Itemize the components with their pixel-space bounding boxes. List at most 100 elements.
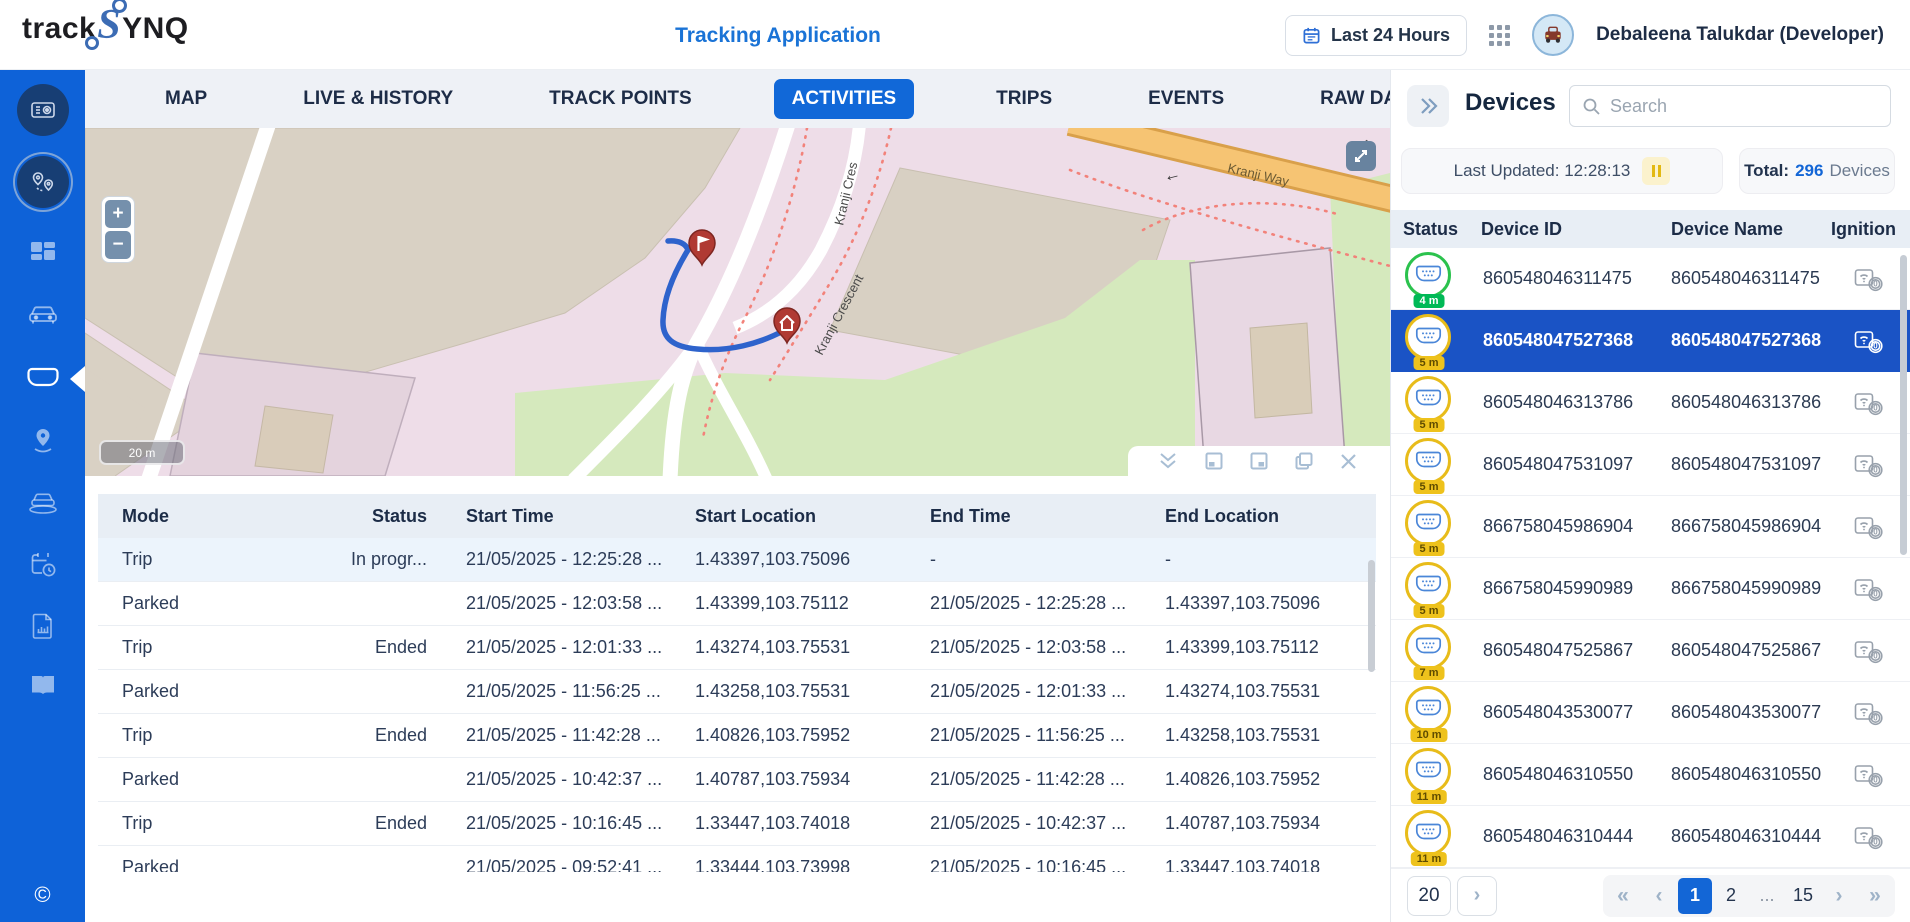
activity-row[interactable]: Trip Ended 21/05/2025 - 12:01:33 ... 1.4… [98,626,1376,670]
report-icon [30,611,56,641]
tab[interactable]: EVENTS [1134,79,1238,119]
status-time-badge: 5 m [1414,480,1445,494]
search-input[interactable] [1610,96,1850,117]
device-id: 866758045990989 [1471,578,1661,599]
devices-panel: Devices Last Updated: 12:28:13 Total: 29… [1390,70,1910,922]
zoom-out-button[interactable]: − [105,231,131,259]
activity-row[interactable]: Trip Ended 21/05/2025 - 10:16:45 ... 1.3… [98,802,1376,846]
sidebar-item-dashboard[interactable] [0,238,85,268]
svg-text:0: 0 [1873,714,1878,723]
device-id: 860548046310550 [1471,764,1661,785]
pause-refresh-icon[interactable] [1642,157,1670,185]
next-page-button[interactable]: › [1822,878,1856,914]
tab[interactable]: MAP [151,79,221,119]
device-status: 5 m [1405,500,1453,554]
device-status: 4 m [1405,252,1453,306]
time-range-button[interactable]: Last 24 Hours [1285,15,1467,56]
tracking-application-window: trackSYNQ Tracking Application Last 24 H… [0,0,1910,922]
devices-scrollbar[interactable] [1900,255,1907,555]
sidebar-item-vehicles[interactable] [0,301,85,329]
ignition-status-icon: 0 [1825,575,1910,602]
device-connector-icon [1405,748,1451,794]
page-number[interactable]: ... [1750,878,1784,914]
device-status: 5 m [1405,438,1453,492]
sidebar-item-device-dashboard[interactable] [0,84,85,136]
status-time-badge: 4 m [1414,294,1445,308]
device-row[interactable]: 4 m 860548046311475 860548046311475 0 [1391,248,1910,310]
sidebar-item-schedule[interactable] [0,550,85,580]
device-row[interactable]: 5 m 860548047531097 860548047531097 0 [1391,434,1910,496]
close-icon[interactable] [1339,452,1358,471]
sidebar-item-trips[interactable] [0,156,85,208]
device-connector-icon [1405,624,1451,670]
device-row[interactable]: 5 m 866758045986904 866758045986904 0 [1391,496,1910,558]
copy-panel-icon[interactable] [1294,451,1314,471]
user-name[interactable]: Debaleena Talukdar (Developer) [1596,24,1884,46]
left-sidebar: © [0,70,85,922]
device-id: 860548047531097 [1471,454,1661,475]
activity-row[interactable]: Trip In progr... 21/05/2025 - 12:25:28 .… [98,538,1376,582]
sidebar-item-locations[interactable] [0,426,85,456]
device-row[interactable]: 7 m 860548047525867 860548047525867 0 [1391,620,1910,682]
activity-row[interactable]: Parked 21/05/2025 - 11:56:25 ... 1.43258… [98,670,1376,714]
tab[interactable]: LIVE & HISTORY [289,79,467,119]
device-status: 5 m [1405,562,1453,616]
device-row[interactable]: 5 m 866758045990989 866758045990989 0 [1391,558,1910,620]
driver-vehicle-icon [26,488,60,516]
page-number[interactable]: 2 [1714,878,1748,914]
page-number[interactable]: 1 [1678,878,1712,914]
copyright-icon[interactable]: © [0,882,85,908]
activity-row[interactable]: Trip Ended 21/05/2025 - 11:42:28 ... 1.4… [98,714,1376,758]
tab[interactable]: TRIPS [982,79,1066,119]
col-status: Status [308,506,438,527]
dock-bottom-right-icon[interactable] [1249,451,1269,471]
device-name: 860548046313786 [1661,392,1825,413]
sidebar-item-reports[interactable] [0,611,85,641]
tab[interactable]: ACTIVITIES [774,79,915,119]
svg-text:0: 0 [1873,590,1878,599]
avatar[interactable] [1532,14,1574,56]
apps-grid-icon[interactable] [1489,25,1510,46]
device-name: 860548046310550 [1661,764,1825,785]
tab[interactable]: TRACK POINTS [535,79,706,119]
prev-page-button[interactable]: ‹ [1642,878,1676,914]
panel-collapse-button[interactable] [1407,85,1449,127]
device-id: 860548046313786 [1471,392,1661,413]
device-status: 5 m [1405,376,1453,430]
activity-row[interactable]: Parked 21/05/2025 - 10:42:37 ... 1.40787… [98,758,1376,802]
dock-bottom-left-icon[interactable] [1204,451,1224,471]
activity-row[interactable]: Parked 21/05/2025 - 12:03:58 ... 1.43399… [98,582,1376,626]
device-row[interactable]: 5 m 860548047527368 860548047527368 0 [1391,310,1910,372]
first-page-button[interactable]: « [1606,878,1640,914]
zoom-in-button[interactable]: + [105,200,131,228]
activities-scrollbar[interactable] [1368,560,1375,672]
devices-pagination: 20 › « ‹ 1 2 ... 15 › » [1391,868,1910,922]
last-page-button[interactable]: » [1858,878,1892,914]
map-expand-button[interactable] [1346,141,1376,171]
map-canvas: Kranji Cres Kranji Crescent Kranji Way K… [85,128,1390,476]
ignition-status-icon: 0 [1825,513,1910,540]
page-number[interactable]: 15 [1786,878,1820,914]
active-item-pointer [70,366,85,392]
ignition-status-icon: 0 [1825,265,1910,292]
device-connector-icon [1405,438,1451,484]
activities-table: Mode Status Start Time Start Location En… [98,494,1376,872]
svg-text:0: 0 [1873,466,1878,475]
status-time-badge: 7 m [1414,666,1445,680]
activities-table-header: Mode Status Start Time Start Location En… [98,494,1376,538]
map[interactable]: Kranji Cres Kranji Crescent Kranji Way K… [85,128,1390,476]
collapse-double-chevron-icon[interactable] [1157,451,1179,471]
dashboard-icon [28,238,58,268]
sidebar-item-driver-vehicle[interactable] [0,488,85,516]
page-size-chevron-icon[interactable]: › [1457,876,1497,916]
device-id: 860548046310444 [1471,826,1661,847]
device-row[interactable]: 10 m 860548043530077 860548043530077 0 [1391,682,1910,744]
device-name: 860548047527368 [1661,330,1825,351]
sidebar-item-docs[interactable] [0,672,85,698]
device-row[interactable]: 11 m 860548046310444 860548046310444 0 [1391,806,1910,868]
page-size-select[interactable]: 20 [1407,876,1451,916]
last-updated-time: 12:28:13 [1564,161,1630,180]
device-row[interactable]: 11 m 860548046310550 860548046310550 0 [1391,744,1910,806]
device-row[interactable]: 5 m 860548046313786 860548046313786 0 [1391,372,1910,434]
activity-row[interactable]: Parked 21/05/2025 - 09:52:41 ... 1.33444… [98,846,1376,872]
